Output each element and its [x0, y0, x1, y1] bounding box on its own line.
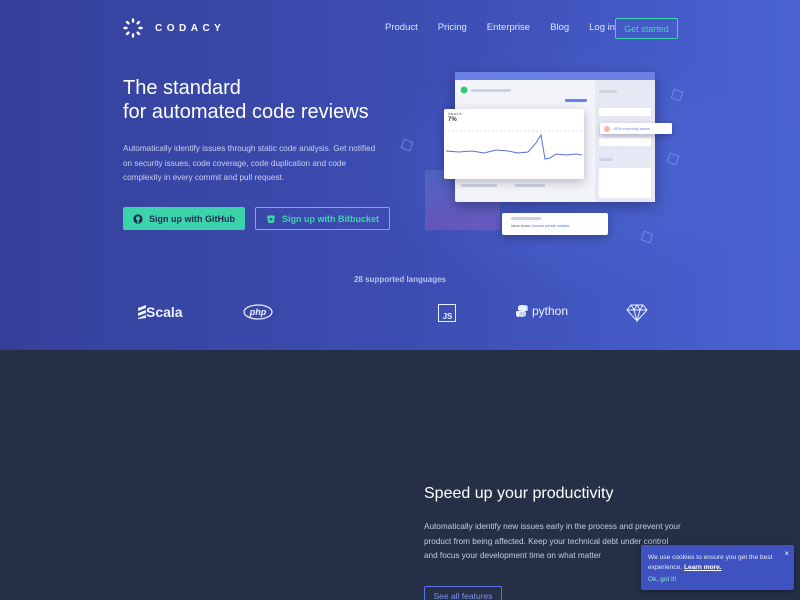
mockup-row	[599, 138, 651, 146]
codacy-logo-icon	[123, 18, 143, 38]
language-js-label: JS	[443, 312, 453, 321]
badge-dot	[604, 125, 610, 132]
bitbucket-icon	[267, 215, 275, 223]
hero-title-line2: for automated code reviews	[123, 101, 369, 123]
logo[interactable]: CODACY	[123, 18, 225, 38]
signup-bitbucket-button[interactable]: Sign up with Bitbucket	[255, 207, 390, 230]
scala-icon	[138, 305, 146, 319]
language-scala-label: Scala	[146, 304, 183, 320]
see-all-features-button[interactable]: See all features	[424, 586, 502, 600]
mockup-bar	[599, 158, 613, 161]
mockup-bar	[565, 99, 587, 102]
issue-found-card: Issue found: Unused private variable.	[502, 213, 608, 235]
mockup-line-chart	[444, 130, 584, 160]
nav-enterprise[interactable]: Enterprise	[487, 22, 530, 33]
language-javascript: JS	[438, 304, 456, 322]
mockup-sidebar	[595, 80, 655, 202]
hero-lead: Automatically identify issues through st…	[123, 144, 376, 182]
php-icon: php	[243, 304, 273, 320]
check-icon	[460, 86, 468, 94]
mockup-topbar	[455, 72, 655, 80]
nav-pricing[interactable]: Pricing	[438, 22, 467, 33]
language-python-label: python	[532, 304, 569, 318]
hero-title-line1: The standard	[123, 77, 241, 99]
nav-product[interactable]: Product	[385, 22, 418, 33]
security-badge-text: 40% of security issues	[614, 126, 650, 131]
language-python: python	[515, 304, 568, 318]
issue-detail: Unused private variable.	[531, 224, 571, 228]
security-badge: 40% of security issues	[600, 123, 672, 134]
cookie-learn-more-link[interactable]: Learn more.	[684, 564, 722, 571]
hero-title: The standard for automated code reviews	[123, 76, 369, 124]
cookie-text: We use cookies to ensure you get the bes…	[648, 553, 783, 573]
languages-title: 28 supported languages	[353, 275, 447, 284]
signup-github-button[interactable]: Sign up with GitHub	[123, 207, 245, 230]
mockup-bar	[515, 184, 545, 187]
issue-found-text: Issue found: Unused private variable.	[511, 224, 570, 228]
mockup-row	[599, 108, 651, 116]
mockup-bar	[471, 89, 511, 92]
python-icon	[516, 305, 528, 317]
signup-bitbucket-label: Sign up with Bitbucket	[282, 213, 379, 224]
cookie-close-icon[interactable]: ×	[784, 549, 789, 558]
signup-github-label: Sign up with GitHub	[149, 213, 235, 224]
github-icon	[133, 213, 143, 224]
mockup-bar	[461, 184, 497, 187]
javascript-icon: JS	[438, 304, 456, 322]
hero-section: CODACY Product Pricing Enterprise Blog L…	[0, 0, 800, 350]
cookie-ok-button[interactable]: Ok, got it!	[648, 576, 676, 583]
mockup-card-label: Issues is	[448, 112, 462, 116]
productivity-title: Speed up your productivity	[424, 485, 614, 502]
language-ruby	[626, 304, 648, 322]
mockup-bar	[599, 90, 617, 93]
mockup-chart-card: Issues is 7%	[444, 109, 584, 179]
ruby-gem-icon	[626, 304, 648, 322]
top-nav: CODACY Product Pricing Enterprise Blog L…	[0, 0, 800, 56]
get-started-button[interactable]: Get started	[615, 18, 678, 39]
mockup-card-percent: 7%	[448, 117, 457, 123]
nav-login[interactable]: Log in	[589, 22, 615, 33]
mockup-bar	[511, 217, 541, 220]
nav-blog[interactable]: Blog	[550, 22, 569, 33]
mockup-row	[599, 168, 651, 198]
language-scala: Scala	[138, 304, 183, 320]
language-php: php	[243, 304, 273, 320]
language-php-label: php	[249, 307, 267, 317]
logo-text: CODACY	[155, 22, 226, 34]
issue-found-label: Issue found:	[511, 224, 531, 228]
nav-links: Product Pricing Enterprise Blog Log in	[385, 22, 635, 33]
cookie-banner: We use cookies to ensure you get the bes…	[641, 545, 794, 590]
